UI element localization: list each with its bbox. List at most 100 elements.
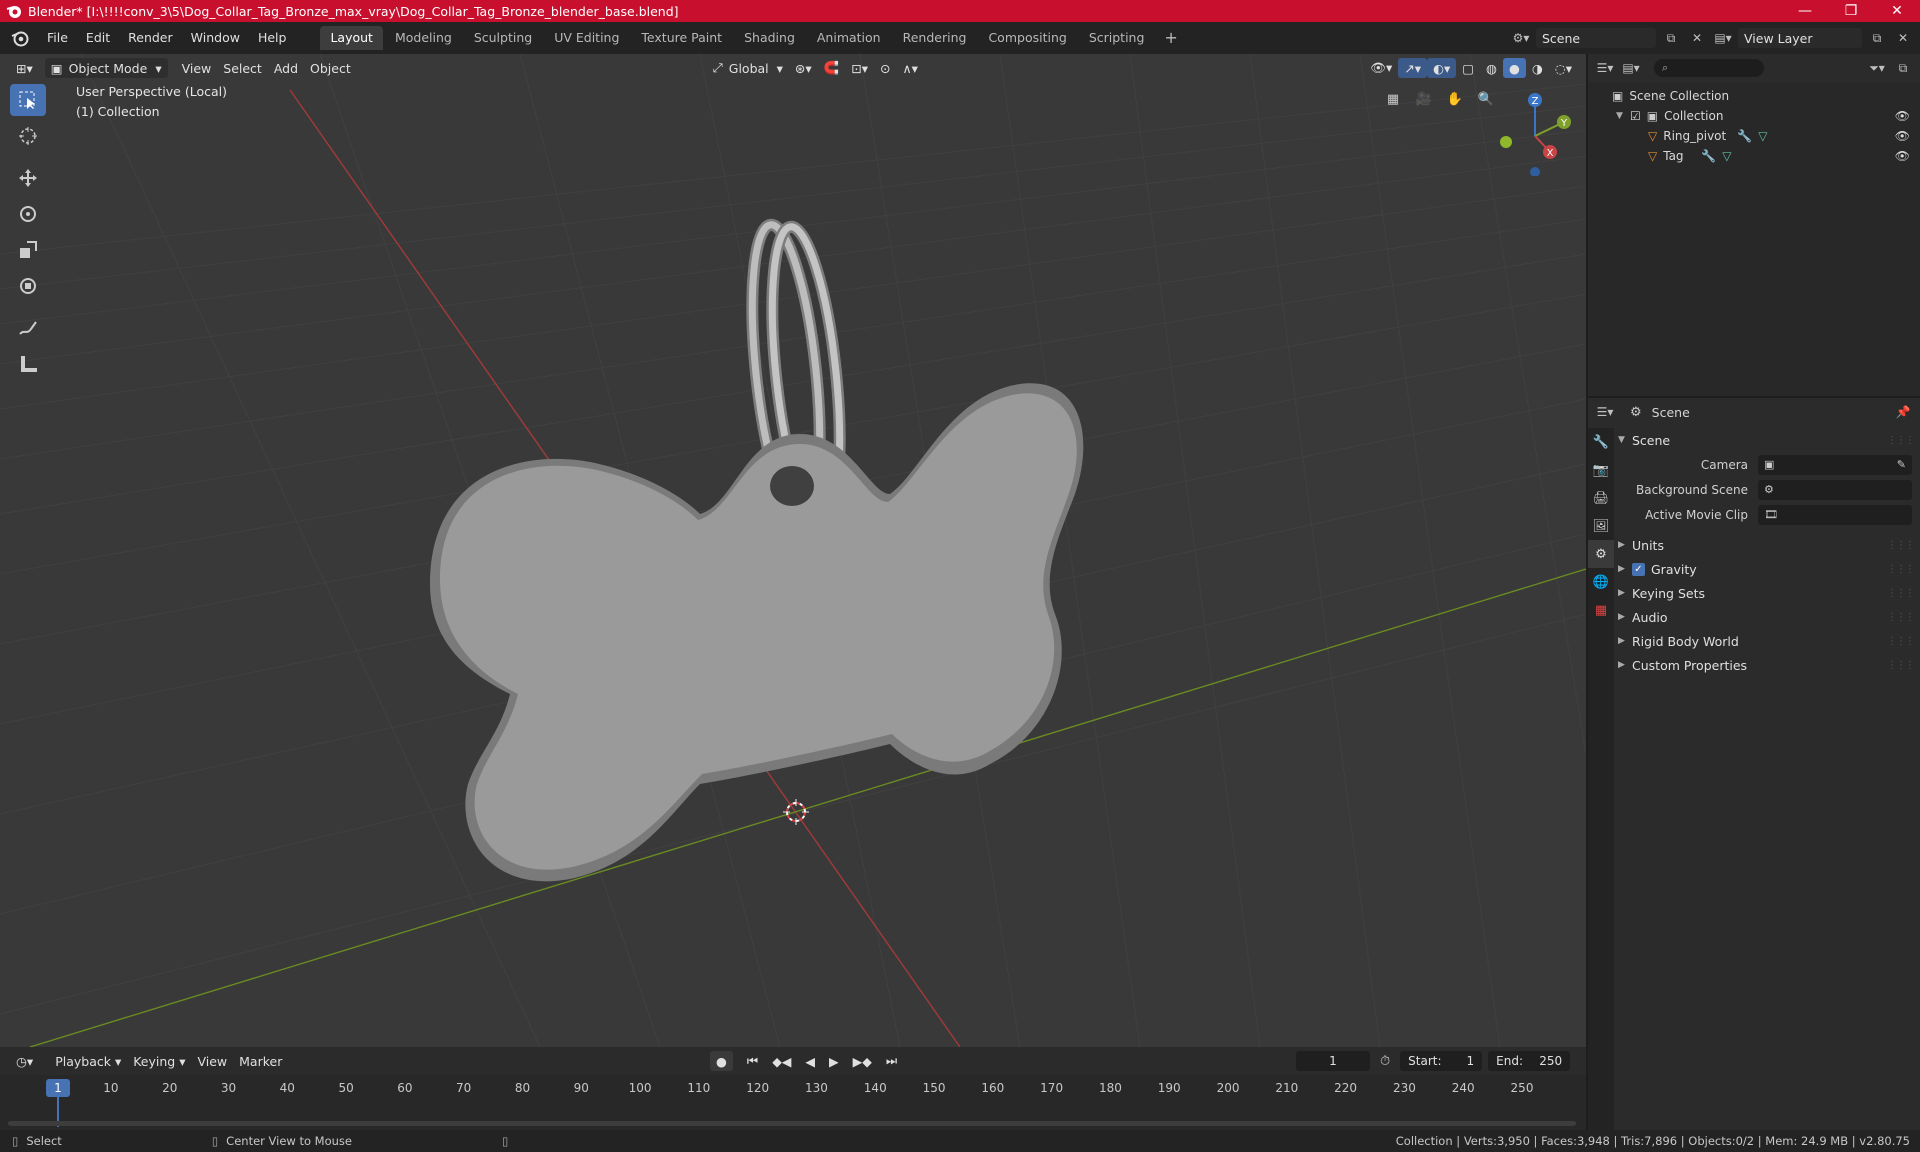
timeline-ruler[interactable]: 1 10 20 30 40 50 60 70 80 90 100 110 120 130 140 150 160…	[0, 1077, 1586, 1127]
menu-file[interactable]: File	[38, 22, 77, 54]
rigid-body-world-section-header[interactable]: ▶ Rigid Body World ⋮⋮⋮	[1618, 629, 1920, 653]
object-mode-dropdown[interactable]: ▣ Object Mode ▾	[44, 58, 168, 78]
tab-rendering[interactable]: Rendering	[893, 26, 977, 50]
gizmo-toggle-icon[interactable]: ↗▾	[1398, 58, 1428, 78]
gravity-section-header[interactable]: ▶ ✓ Gravity ⋮⋮⋮	[1618, 557, 1920, 581]
eyedropper-icon[interactable]: ✎	[1897, 458, 1906, 471]
ring-pivot-visibility-eye-icon[interactable]: 👁	[1895, 129, 1910, 143]
rotate-tool[interactable]	[10, 198, 46, 230]
tab-layout[interactable]: Layout	[320, 26, 383, 50]
tree-row-scene-collection[interactable]: ▣ Scene Collection	[1588, 86, 1920, 106]
jump-to-end-icon[interactable]: ⏭	[880, 1051, 903, 1071]
viewport-menu-select[interactable]: Select	[217, 58, 268, 78]
drag-handle-icon[interactable]: ⋮⋮⋮	[1887, 540, 1915, 551]
filter-icon[interactable]: ⏷▾	[1866, 58, 1888, 78]
tree-row-collection[interactable]: ▼ ☑ ▣ Collection 👁	[1588, 106, 1920, 126]
drag-handle-icon[interactable]: ⋮⋮⋮	[1887, 612, 1915, 623]
timeline-scrollbar[interactable]	[8, 1121, 1576, 1126]
audio-section-header[interactable]: ▶ Audio ⋮⋮⋮	[1618, 605, 1920, 629]
scene-tab-icon[interactable]: ⚙	[1588, 540, 1614, 568]
blender-menu-icon[interactable]	[10, 28, 30, 48]
3d-viewport[interactable]: ⊞▾ ▣ Object Mode ▾ View Select Add Object…	[0, 54, 1586, 1047]
new-scene-icon[interactable]: ⧉	[1660, 28, 1682, 48]
marker-menu[interactable]: Marker	[233, 1051, 288, 1071]
visibility-icon[interactable]: 👁▾	[1364, 58, 1398, 78]
tab-shading[interactable]: Shading	[734, 26, 805, 50]
display-mode-icon[interactable]: ▤▾	[1620, 58, 1642, 78]
timeline-editor-type-icon[interactable]: ◷▾	[10, 1051, 39, 1071]
record-keyframe-icon[interactable]: ●	[710, 1051, 733, 1071]
menu-help[interactable]: Help	[249, 22, 296, 54]
custom-properties-section-header[interactable]: ▶ Custom Properties ⋮⋮⋮	[1618, 653, 1920, 677]
maximize-button[interactable]: ❐	[1828, 0, 1874, 22]
overlay-toggle-icon[interactable]: ◐▾	[1427, 58, 1457, 78]
delete-scene-icon[interactable]: ✕	[1686, 28, 1708, 48]
output-tab-icon[interactable]: 🖨	[1588, 484, 1614, 512]
collection-visibility-eye-icon[interactable]: 👁	[1895, 109, 1910, 123]
mesh-data-icon[interactable]: ▽	[1758, 129, 1767, 143]
transform-tool[interactable]	[10, 270, 46, 302]
playback-menu[interactable]: Playback ▾	[49, 1051, 127, 1071]
view-layer-browse-icon[interactable]: ▤▾	[1712, 28, 1734, 48]
move-tool[interactable]	[10, 162, 46, 194]
new-collection-icon[interactable]: ⧉	[1892, 58, 1914, 78]
properties-editor-type-icon[interactable]: ☰▾	[1594, 402, 1616, 422]
play-reverse-icon[interactable]: ◀	[799, 1051, 821, 1071]
tree-row-tag[interactable]: ▽ Tag 🔧 ▽ 👁	[1588, 146, 1920, 166]
select-box-tool[interactable]	[10, 84, 46, 116]
minimize-button[interactable]: —	[1782, 0, 1828, 22]
start-frame-field[interactable]: Start: 1	[1400, 1051, 1483, 1071]
pin-icon[interactable]: 📌	[1892, 402, 1914, 422]
delete-view-layer-icon[interactable]: ✕	[1892, 28, 1914, 48]
jump-to-next-keyframe-icon[interactable]: ▶◆	[847, 1051, 878, 1071]
tool-tab-icon[interactable]: 🔧	[1588, 428, 1614, 456]
world-tab-icon[interactable]: 🌐	[1588, 568, 1614, 596]
toggle-grid-view-icon[interactable]: ▦	[1380, 86, 1406, 112]
cursor-tool[interactable]	[10, 120, 46, 152]
camera-view-icon[interactable]: 🎥	[1411, 86, 1437, 112]
current-frame-field[interactable]: 1	[1296, 1051, 1370, 1071]
menu-render[interactable]: Render	[119, 22, 182, 54]
xray-toggle-icon[interactable]: ▢	[1456, 58, 1480, 78]
render-tab-icon[interactable]: 📷	[1588, 456, 1614, 484]
active-movie-clip-field[interactable]: 🎞	[1758, 504, 1912, 525]
drag-handle-icon[interactable]: ⋮⋮⋮	[1887, 435, 1915, 446]
camera-field[interactable]: ▣ ✎	[1758, 454, 1912, 475]
drag-handle-icon[interactable]: ⋮⋮⋮	[1887, 636, 1915, 647]
tab-sculpting[interactable]: Sculpting	[464, 26, 542, 50]
keying-menu[interactable]: Keying ▾	[127, 1051, 191, 1071]
viewport-menu-object[interactable]: Object	[304, 58, 357, 78]
modifier-wrench-icon[interactable]: 🔧	[1701, 149, 1716, 163]
timeline-view-menu[interactable]: View	[191, 1051, 233, 1071]
proportional-edit-icon[interactable]: ⊙	[874, 58, 896, 78]
scene-section-header[interactable]: ▼ Scene ⋮⋮⋮	[1618, 428, 1920, 452]
snap-target-icon[interactable]: ⊡▾	[845, 58, 874, 78]
rendered-shading-icon[interactable]: ◌▾	[1549, 58, 1578, 78]
tab-animation[interactable]: Animation	[807, 26, 891, 50]
new-view-layer-icon[interactable]: ⧉	[1866, 28, 1888, 48]
texture-tab-icon[interactable]: ▦	[1588, 596, 1614, 624]
collection-checkbox[interactable]: ☑	[1630, 109, 1641, 123]
jump-to-start-icon[interactable]: ⏮	[741, 1051, 764, 1071]
snap-icon[interactable]: 🧲	[818, 58, 846, 78]
add-workspace-button[interactable]: +	[1156, 26, 1185, 50]
scene-browse-icon[interactable]: ⚙▾	[1510, 28, 1532, 48]
tab-scripting[interactable]: Scripting	[1079, 26, 1155, 50]
drag-handle-icon[interactable]: ⋮⋮⋮	[1887, 588, 1915, 599]
transform-orientation-dropdown[interactable]: ⤢ Global ▾	[707, 58, 789, 78]
scene-name-field[interactable]: Scene	[1536, 28, 1656, 48]
material-shading-icon[interactable]: ◑	[1526, 58, 1549, 78]
gravity-checkbox[interactable]: ✓	[1632, 562, 1645, 576]
outliner-search-input[interactable]: ⌕	[1654, 59, 1764, 77]
tab-compositing[interactable]: Compositing	[978, 26, 1076, 50]
end-frame-field[interactable]: End: 250	[1488, 1051, 1571, 1071]
tab-uv-editing[interactable]: UV Editing	[544, 26, 629, 50]
expand-collapse-icon[interactable]: ▼	[1616, 111, 1630, 121]
navigation-gizmo[interactable]: Z Y X	[1490, 86, 1580, 176]
background-scene-field[interactable]: ⚙	[1758, 479, 1912, 500]
tag-visibility-eye-icon[interactable]: 👁	[1895, 149, 1910, 163]
mesh-data-icon[interactable]: ▽	[1722, 149, 1731, 163]
drag-handle-icon[interactable]: ⋮⋮⋮	[1887, 660, 1915, 671]
view-layer-tab-icon[interactable]: 🖼	[1588, 512, 1614, 540]
zoom-view-icon[interactable]: 🔍	[1473, 86, 1499, 112]
